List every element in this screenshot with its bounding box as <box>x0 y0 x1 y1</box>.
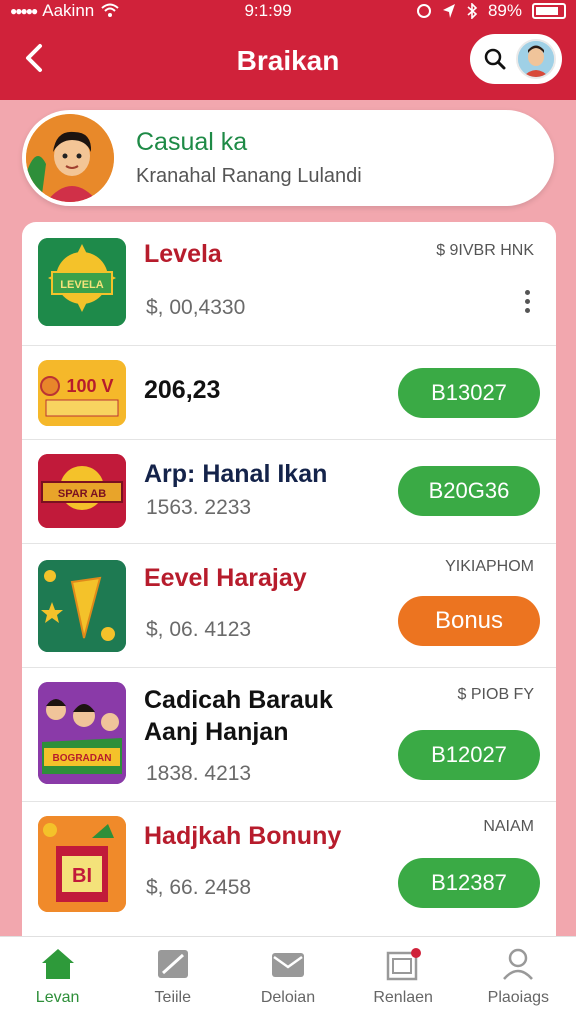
nav-label: Deloian <box>260 989 316 1006</box>
item-name: Eevel Harajay <box>144 564 307 592</box>
reward-list: LEVELA Levela $, 00,4330 $ 9IVBR HNK 100… <box>22 222 556 936</box>
list-item[interactable]: 100 V 206,23 B13027 <box>22 346 556 440</box>
wifi-icon <box>101 3 119 17</box>
item-amount: $, 06. 4123 <box>146 618 252 641</box>
search-icon <box>484 48 506 70</box>
family-banner-icon: BOGRADAN <box>38 682 126 784</box>
back-button[interactable] <box>18 42 50 74</box>
thumb-caption: 100 V <box>66 376 113 396</box>
nav-label: Levan <box>35 989 80 1006</box>
signal-icon: ●●●●● <box>10 4 38 18</box>
list-item[interactable]: BOGRADAN Cadicah Barauk Aanj Hanjan 1838… <box>22 668 556 802</box>
thumb-caption: BOGRADAN <box>53 753 112 764</box>
location-icon <box>442 4 455 18</box>
person-icon <box>503 948 534 980</box>
nav-item-inbox[interactable]: Deloian <box>238 947 338 1007</box>
thumb-caption: BI <box>72 865 92 887</box>
alarm-icon <box>416 4 431 18</box>
item-tag: NAIAM <box>483 818 534 835</box>
nav-label: Plaoiags <box>487 989 550 1006</box>
gift-box-icon: BI <box>38 816 126 912</box>
home-icon <box>41 949 74 979</box>
list-item[interactable]: BI Hadjkah Bonuny $, 66. 2458 NAIAM B123… <box>22 802 556 936</box>
item-name-line1: Cadicah Barauk <box>144 686 333 714</box>
game-thumbnail: 100 V <box>38 360 126 426</box>
profile-avatar <box>26 114 114 202</box>
avatar-icon <box>518 41 554 77</box>
tag-icon <box>157 950 188 978</box>
claim-button[interactable]: B12387 <box>398 858 540 908</box>
list-item[interactable]: LEVELA Levela $, 00,4330 $ 9IVBR HNK <box>22 222 556 346</box>
profile-subtitle: Kranahal Ranang Lulandi <box>136 165 362 187</box>
item-name: Hadjkah Bonuny <box>144 822 342 850</box>
gift-icon <box>386 948 422 981</box>
carrier-label: Aakinn <box>42 1 95 20</box>
more-options-icon[interactable] <box>525 290 530 313</box>
item-name: Levela <box>144 240 222 268</box>
trophy-cone-icon <box>38 560 126 652</box>
profile-card[interactable]: Casual ka Kranahal Ranang Lulandi <box>22 110 554 206</box>
item-name: 206,23 <box>144 376 221 404</box>
list-item[interactable]: Eevel Harajay $, 06. 4123 YIKIAPHOM Bonu… <box>22 544 556 668</box>
nav-item-home[interactable]: Levan <box>8 947 108 1007</box>
bottom-nav: Levan Teiile Deloian Renlaen Plaoiags <box>0 936 576 1024</box>
battery-icon <box>532 3 566 19</box>
app-header: ●●●●● Aakinn 9:1:99 89% Braikan <box>0 0 576 100</box>
game-thumbnail: BI <box>38 816 126 912</box>
list-item[interactable]: SPAR AB Arp: Hanal Ikan 1563. 2233 B20G3… <box>22 440 556 544</box>
game-thumbnail <box>38 560 126 652</box>
nav-item-profile[interactable]: Plaoiags <box>468 947 568 1007</box>
search-button[interactable] <box>476 40 514 78</box>
item-name-line2: Aanj Hanjan <box>144 718 289 746</box>
item-tag: $ 9IVBR HNK <box>436 242 534 259</box>
nav-label: Renlaen <box>373 989 433 1006</box>
item-amount: 1563. 2233 <box>146 496 252 519</box>
game-thumbnail: BOGRADAN <box>38 682 126 784</box>
clock: 9:1:99 <box>244 1 292 20</box>
sun-badge-icon: LEVELA <box>38 238 126 326</box>
nav-label: Teiile <box>154 989 192 1006</box>
bluetooth-icon <box>467 3 478 19</box>
thumb-caption: LEVELA <box>60 279 103 291</box>
boy-avatar-icon <box>26 114 114 202</box>
battery-percent: 89% <box>487 1 522 20</box>
game-thumbnail: SPAR AB <box>38 454 126 528</box>
nav-item-gift[interactable]: Renlaen <box>353 947 453 1007</box>
thumb-caption: SPAR AB <box>58 488 106 500</box>
item-tag: $ PIOB FY <box>457 686 534 703</box>
game-thumbnail: LEVELA <box>38 238 126 326</box>
claim-button[interactable]: B13027 <box>398 368 540 418</box>
status-bar: ●●●●● Aakinn 9:1:99 89% <box>0 0 576 22</box>
sun-ribbon-icon: SPAR AB <box>38 454 126 528</box>
inbox-icon <box>271 953 304 977</box>
claim-button[interactable]: B20G36 <box>398 466 540 516</box>
bonus-button[interactable]: Bonus <box>398 596 540 646</box>
item-amount: $, 00,4330 <box>146 296 246 319</box>
profile-name: Casual ka <box>136 128 248 156</box>
header-actions <box>470 34 562 84</box>
item-tag: YIKIAPHOM <box>445 558 534 575</box>
claim-button[interactable]: B12027 <box>398 730 540 780</box>
user-avatar-button[interactable] <box>516 39 556 79</box>
chevron-left-icon <box>26 44 42 72</box>
nav-item-tag[interactable]: Teiile <box>123 947 223 1007</box>
page-title: Braikan <box>236 45 340 76</box>
item-name: Arp: Hanal Ikan <box>144 460 328 488</box>
item-amount: 1838. 4213 <box>146 762 252 785</box>
item-amount: $, 66. 2458 <box>146 876 252 899</box>
coin-banner-icon: 100 V <box>38 360 126 426</box>
